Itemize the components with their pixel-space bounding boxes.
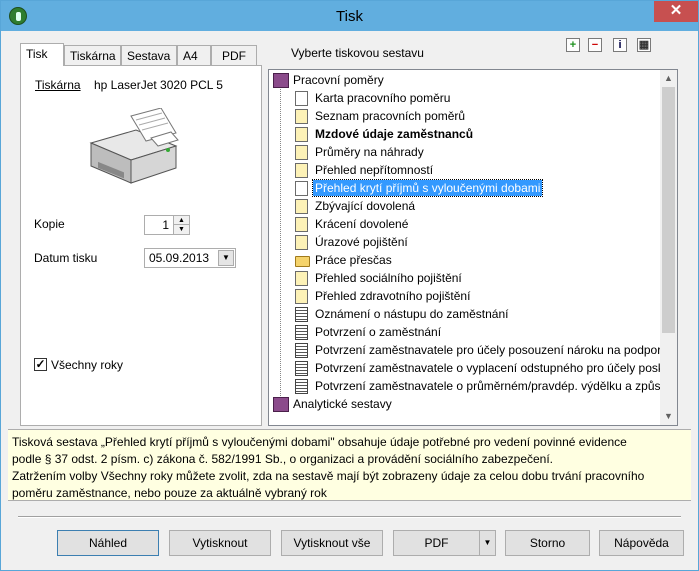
description-line: poměru zaměstnance, nebo pouze za aktuál… (12, 486, 327, 500)
add-icon[interactable]: + (566, 38, 580, 52)
print-all-button[interactable]: Vytisknout vše (281, 530, 383, 556)
remove-icon[interactable]: − (588, 38, 602, 52)
document-icon (295, 181, 308, 196)
description-line: Tisková sestava „Přehled krytí příjmů s … (12, 435, 627, 449)
tab-tiskarna[interactable]: Tiskárna (64, 45, 121, 65)
tab-sestava[interactable]: Sestava (121, 45, 177, 65)
chevron-down-icon[interactable]: ▼ (218, 250, 234, 266)
settings-icon[interactable]: ▦ (637, 38, 651, 52)
close-icon: ✕ (669, 2, 683, 19)
info-icon[interactable]: i (613, 38, 627, 52)
help-button[interactable]: Nápověda (599, 530, 684, 556)
document-icon (295, 271, 308, 286)
pdf-button[interactable]: PDF (393, 530, 480, 556)
report-description: Tisková sestava „Přehled krytí příjmů s … (8, 429, 691, 501)
printer-icon (89, 108, 179, 184)
title-bar: Tisk ✕ (1, 1, 698, 31)
preview-button[interactable]: Náhled (57, 530, 159, 556)
all-years-label[interactable]: Všechny roky (51, 358, 123, 372)
description-line: Zatržením volby Všechny roky můžete zvol… (12, 469, 645, 483)
form-icon (295, 325, 308, 340)
folder-icon (295, 256, 310, 267)
spin-down-icon[interactable]: ▼ (174, 225, 189, 234)
document-icon (295, 109, 308, 124)
tab-tisk[interactable]: Tisk (20, 43, 64, 66)
tree-scrollbar[interactable]: ▲ ▼ (660, 70, 677, 425)
cancel-button[interactable]: Storno (505, 530, 590, 556)
printer-name: hp LaserJet 3020 PCL 5 (94, 78, 223, 92)
scroll-up-icon[interactable]: ▲ (660, 70, 677, 87)
print-button[interactable]: Vytisknout (169, 530, 271, 556)
document-icon (295, 199, 308, 214)
book-icon (273, 73, 289, 88)
dialog-client: Tisk Tiskárna Sestava A4 PDF Vyberte tis… (8, 31, 691, 564)
document-icon (295, 235, 308, 250)
print-date-label: Datum tisku (34, 251, 98, 265)
tisk-tab-panel: Tiskárna hp LaserJet 3020 PCL 5 Kopie 1 … (20, 65, 262, 426)
copies-stepper[interactable]: 1 ▲ ▼ (144, 215, 190, 235)
copies-value: 1 (162, 218, 169, 232)
close-button[interactable]: ✕ (654, 1, 698, 22)
document-icon (295, 145, 308, 160)
divider (18, 516, 681, 518)
tab-a4[interactable]: A4 (177, 45, 211, 65)
scroll-thumb[interactable] (662, 87, 675, 333)
report-tree[interactable]: Pracovní poměry Karta pracovního poměru … (268, 69, 678, 426)
tree-connector (280, 86, 281, 408)
print-dialog: Tisk ✕ Tisk Tiskárna Sestava A4 PDF Vybe… (0, 0, 699, 571)
copies-label: Kopie (34, 217, 65, 231)
description-line: podle § 37 odst. 2 písm. c) zákona č. 58… (12, 452, 554, 466)
chevron-down-icon: ▼ (483, 538, 492, 547)
form-icon (295, 361, 308, 376)
window-title: Tisk (336, 8, 363, 25)
document-icon (295, 163, 308, 178)
spin-up-icon[interactable]: ▲ (174, 216, 189, 225)
pdf-dropdown-button[interactable]: ▼ (479, 530, 496, 556)
copies-spin-buttons: ▲ ▼ (173, 216, 189, 234)
document-icon (295, 217, 308, 232)
select-report-heading: Vyberte tiskovou sestavu (291, 46, 424, 60)
book-icon (273, 397, 289, 412)
print-date-picker[interactable]: 05.09.2013 ▼ (144, 248, 236, 268)
form-icon (295, 307, 308, 322)
print-date-value: 05.09.2013 (149, 251, 210, 265)
document-icon (295, 289, 308, 304)
form-icon (295, 379, 308, 394)
form-icon (295, 343, 308, 358)
document-icon (295, 127, 308, 142)
scroll-down-icon[interactable]: ▼ (660, 408, 677, 425)
document-icon (295, 91, 308, 106)
printer-link[interactable]: Tiskárna (35, 78, 81, 92)
all-years-checkbox[interactable]: ✓ (34, 358, 47, 371)
tab-pdf[interactable]: PDF (211, 45, 257, 65)
checkmark-icon: ✓ (35, 357, 46, 371)
